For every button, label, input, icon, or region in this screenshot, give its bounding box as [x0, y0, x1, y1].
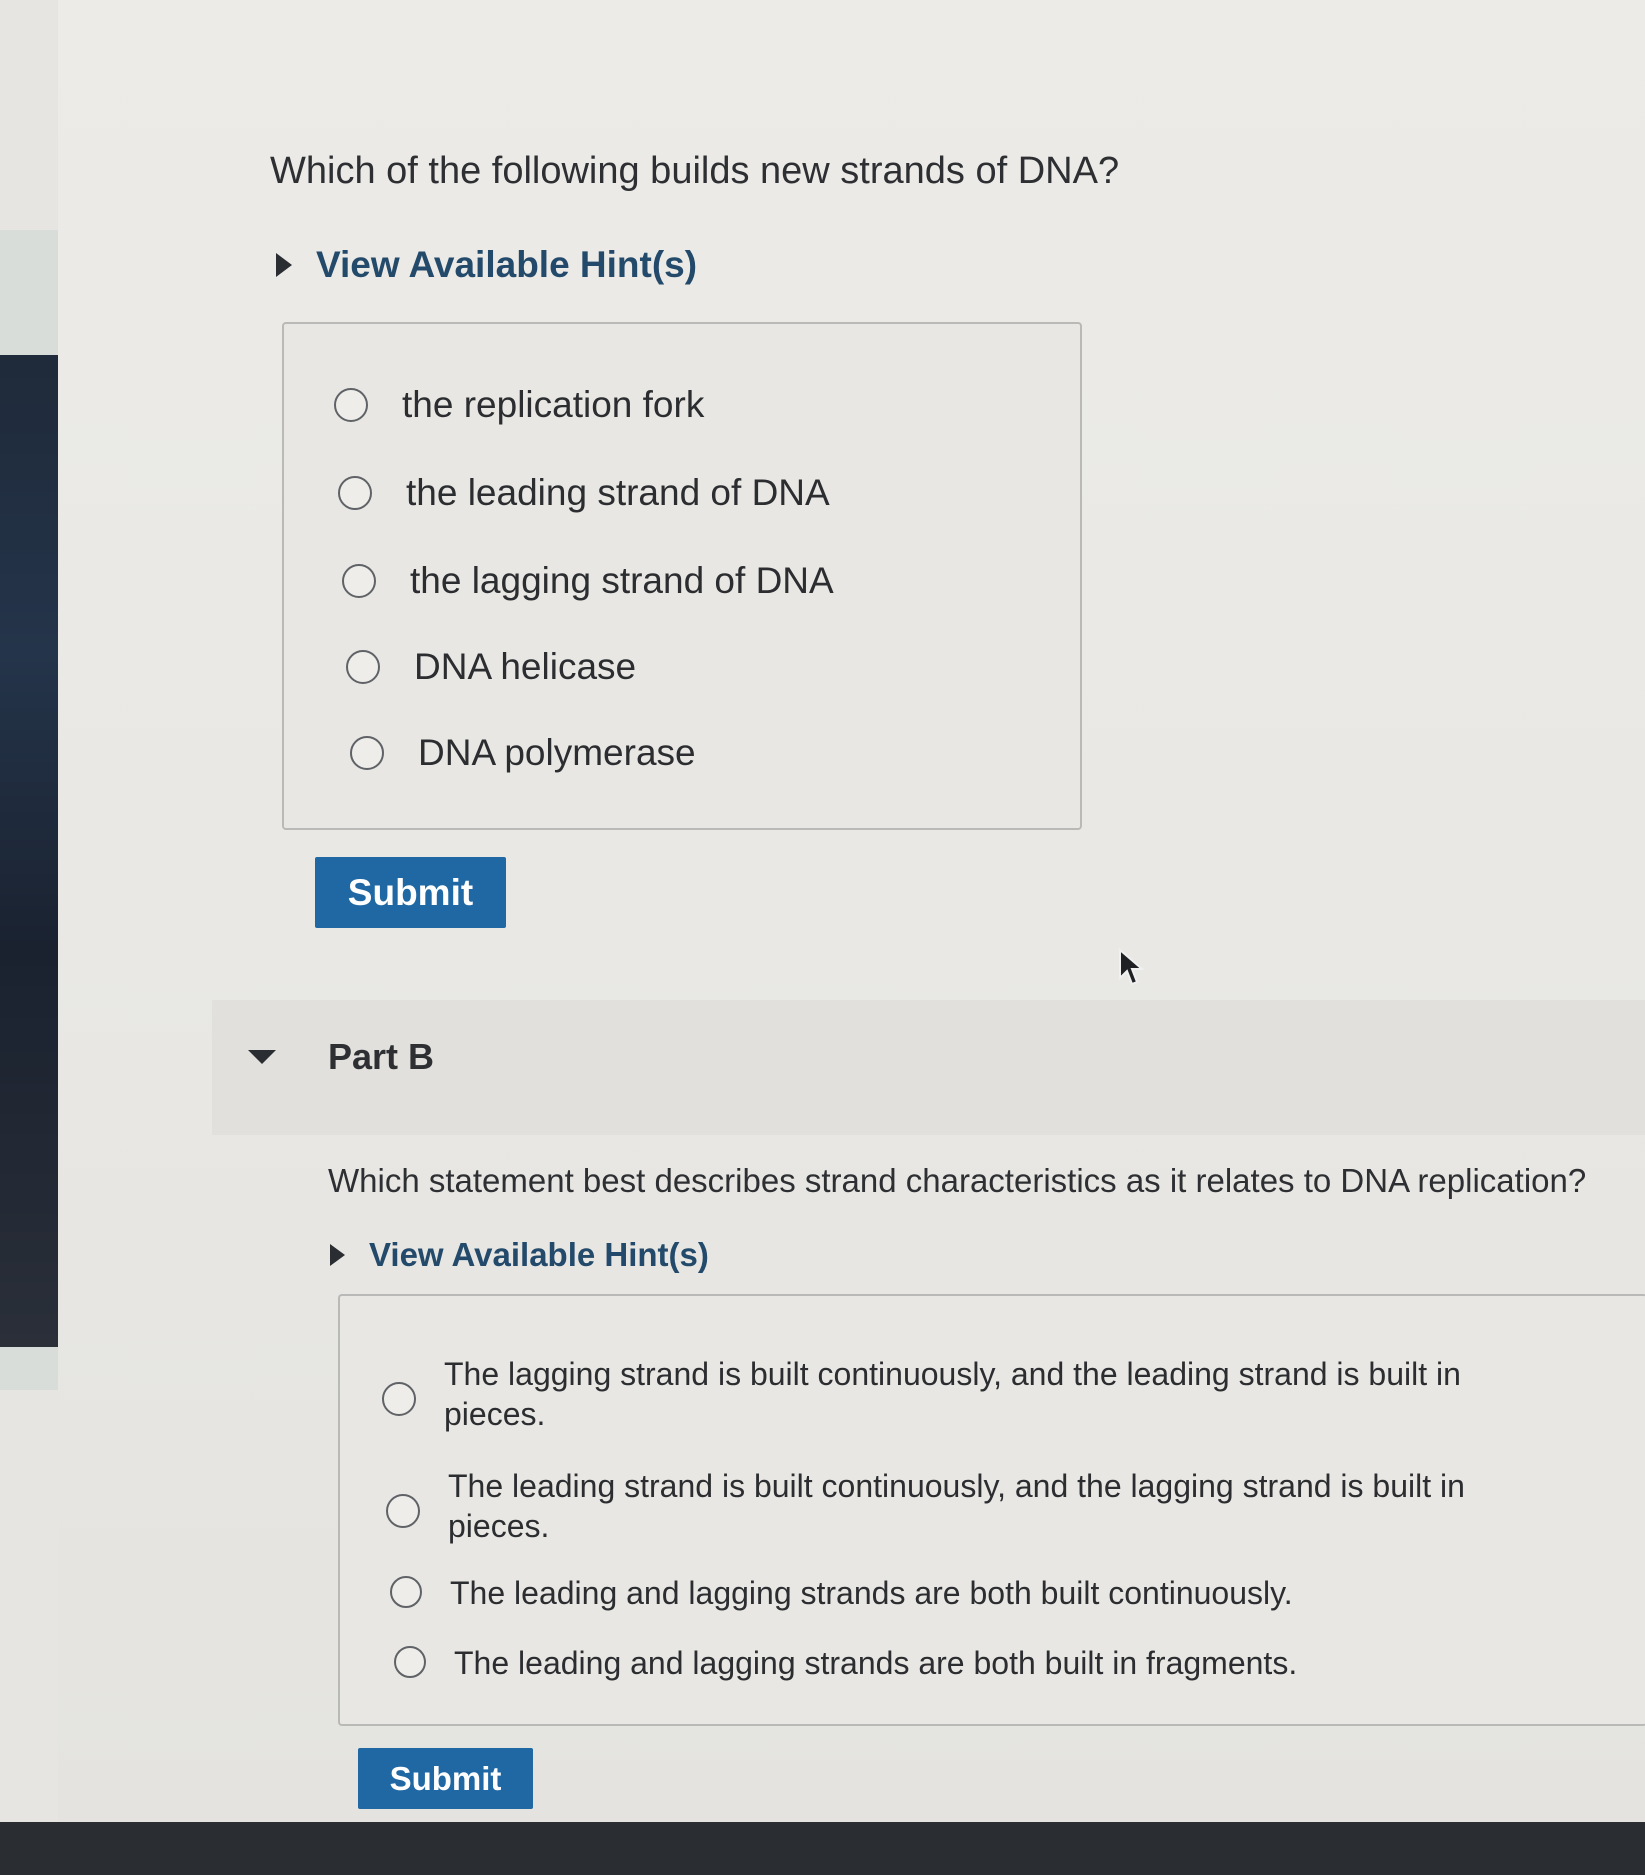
part-b-hint-toggle[interactable]: View Available Hint(s): [330, 1236, 709, 1274]
part-a-option-2[interactable]: the lagging strand of DNA: [342, 560, 834, 601]
part-b-options-box: The lagging strand is built continuously…: [338, 1294, 1645, 1726]
part-b-option-1[interactable]: The leading strand is built continuously…: [386, 1466, 1538, 1546]
option-label: DNA helicase: [414, 646, 637, 687]
option-label: the replication fork: [402, 384, 705, 425]
option-label: the lagging strand of DNA: [410, 560, 834, 601]
mouse-cursor-icon: [1119, 948, 1145, 986]
part-a-options-box: the replication fork the leading strand …: [282, 322, 1082, 830]
radio-button[interactable]: [334, 388, 368, 422]
part-a-option-4[interactable]: DNA polymerase: [350, 732, 696, 773]
part-a-question: Which of the following builds new strand…: [270, 150, 1120, 192]
part-a-submit-button[interactable]: Submit: [315, 857, 506, 928]
option-label: The leading strand is built continuously…: [448, 1468, 1465, 1544]
radio-button[interactable]: [390, 1576, 422, 1608]
hint-toggle-label: View Available Hint(s): [316, 244, 698, 285]
part-b-title[interactable]: Part B: [328, 1036, 434, 1078]
caret-right-icon: [330, 1244, 345, 1266]
radio-button[interactable]: [342, 564, 376, 598]
radio-button[interactable]: [338, 476, 372, 510]
radio-button[interactable]: [382, 1382, 416, 1416]
part-a-option-1[interactable]: the leading strand of DNA: [338, 472, 830, 513]
part-b-option-2[interactable]: The leading and lagging strands are both…: [390, 1576, 1293, 1610]
screen-bottom-bezel: [0, 1822, 1645, 1875]
radio-button[interactable]: [394, 1646, 426, 1678]
option-label: The lagging strand is built continuously…: [444, 1356, 1461, 1432]
part-a-option-3[interactable]: DNA helicase: [346, 646, 637, 687]
caret-right-icon: [276, 253, 292, 277]
caret-down-icon[interactable]: [248, 1050, 276, 1064]
part-b-option-0[interactable]: The lagging strand is built continuously…: [382, 1354, 1534, 1434]
part-b-question: Which statement best describes strand ch…: [328, 1162, 1587, 1199]
hint-toggle-label: View Available Hint(s): [369, 1236, 709, 1273]
option-label: The leading and lagging strands are both…: [450, 1575, 1293, 1611]
part-a-hint-toggle[interactable]: View Available Hint(s): [276, 244, 697, 286]
option-label: DNA polymerase: [418, 732, 696, 773]
part-b-option-3[interactable]: The leading and lagging strands are both…: [394, 1646, 1297, 1680]
option-label: the leading strand of DNA: [406, 472, 830, 513]
part-a-option-0[interactable]: the replication fork: [334, 384, 705, 425]
radio-button[interactable]: [346, 650, 380, 684]
option-label: The leading and lagging strands are both…: [454, 1645, 1298, 1681]
radio-button[interactable]: [350, 736, 384, 770]
part-b-submit-button[interactable]: Submit: [358, 1748, 533, 1809]
radio-button[interactable]: [386, 1494, 420, 1528]
